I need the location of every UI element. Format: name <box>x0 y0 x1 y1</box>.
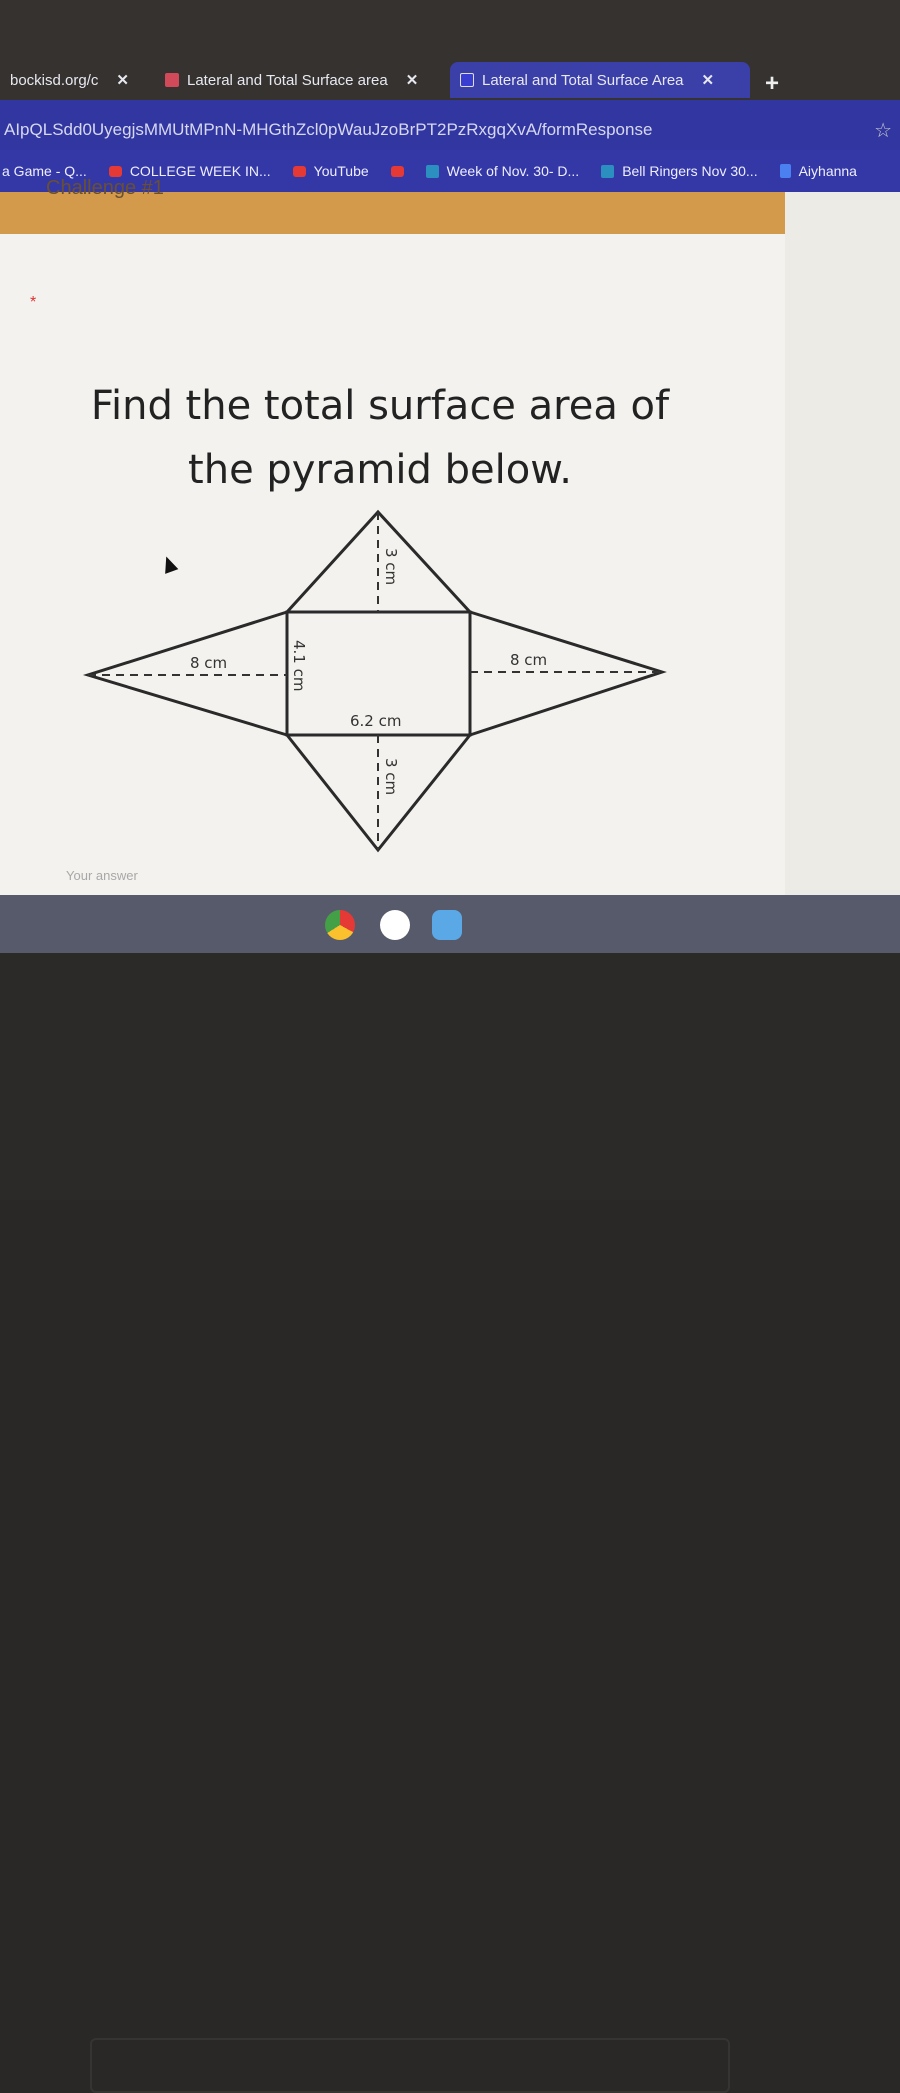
touchpad <box>90 2038 730 2093</box>
tab-label: bockisd.org/c <box>10 71 99 89</box>
bookmark-label: Week of Nov. 30- D... <box>446 163 580 179</box>
bookmark-star-icon[interactable]: ☆ <box>874 118 892 143</box>
tab-lateral-form[interactable]: Lateral and Total Surface Area ✕ <box>450 62 750 98</box>
tab-label: Lateral and Total Surface Area <box>482 71 684 89</box>
bookmark-bell-ringers[interactable]: Bell Ringers Nov 30... <box>601 163 758 179</box>
section-title: Challenge #1 <box>46 177 164 199</box>
address-bar[interactable]: AIpQLSdd0UyegjsMMUtMPnN-MHGthZcl0pWauJzo… <box>0 100 900 150</box>
bookmark-label: YouTube <box>313 163 369 179</box>
close-icon[interactable]: ✕ <box>702 71 715 89</box>
forms-icon <box>460 73 474 87</box>
close-icon[interactable]: ✕ <box>116 71 129 89</box>
bookmark-week-nov-30[interactable]: Week of Nov. 30- D... <box>425 163 580 179</box>
docs-icon <box>779 164 791 178</box>
app-icon[interactable] <box>432 910 462 940</box>
section-banner: Challenge #1 <box>0 178 785 234</box>
bookmark-youtube[interactable]: YouTube <box>292 163 369 179</box>
play-store-icon[interactable] <box>380 910 410 940</box>
url-text[interactable]: AIpQLSdd0UyegjsMMUtMPnN-MHGthZcl0pWauJzo… <box>4 120 652 139</box>
new-tab-plus-icon[interactable]: + <box>765 70 779 98</box>
tab-bockisd[interactable]: bockisd.org/c ✕ <box>0 62 139 98</box>
required-asterisk: * <box>30 294 37 311</box>
form-page: Challenge #1 * Find the total surface ar… <box>0 178 900 895</box>
bookmark-label: Bell Ringers Nov 30... <box>622 163 758 179</box>
classroom-icon <box>425 164 439 178</box>
classroom-icon <box>165 73 179 87</box>
question-text: Find the total surface area of the pyram… <box>40 374 720 502</box>
youtube-icon <box>390 165 404 177</box>
question-line-2: the pyramid below. <box>188 447 572 493</box>
bookmark-youtube-2[interactable] <box>390 165 404 177</box>
chrome-icon[interactable] <box>325 910 355 940</box>
bookmark-label: Aiyhanna <box>798 163 857 179</box>
classroom-icon <box>601 164 615 178</box>
close-icon[interactable]: ✕ <box>406 71 419 89</box>
tab-label: Lateral and Total Surface area <box>187 71 388 89</box>
bookmark-aiyhanna[interactable]: Aiyhanna <box>779 163 857 179</box>
tab-lateral-classroom[interactable]: Lateral and Total Surface area ✕ <box>155 62 428 98</box>
tab-strip: bockisd.org/c ✕ Lateral and Total Surface… <box>0 0 900 100</box>
laptop-bezel <box>0 953 900 2093</box>
answer-input[interactable]: Your answer <box>66 868 138 883</box>
youtube-icon <box>108 165 122 177</box>
question-line-1: Find the total surface area of <box>90 383 670 429</box>
youtube-icon <box>292 165 306 177</box>
question-card: * Find the total surface area of the pyr… <box>0 234 785 895</box>
